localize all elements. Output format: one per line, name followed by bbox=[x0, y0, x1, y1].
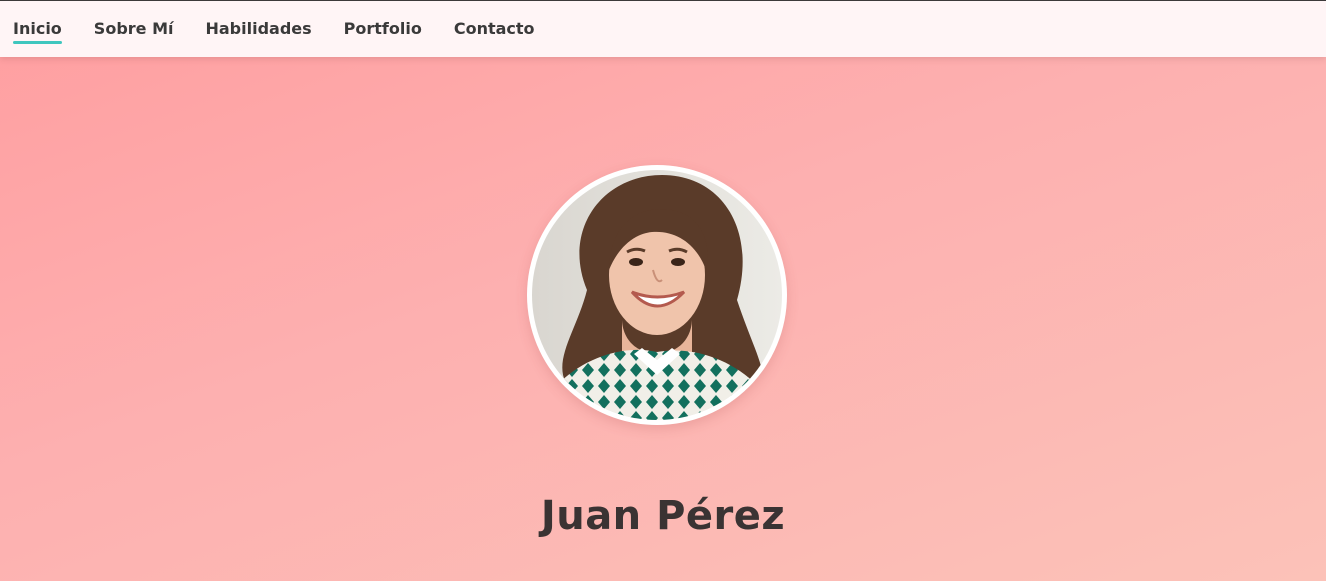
profile-photo-icon bbox=[532, 170, 782, 420]
nav-item-contacto[interactable]: Contacto bbox=[454, 19, 535, 39]
profile-avatar bbox=[527, 165, 787, 425]
hero-name: Juan Pérez bbox=[540, 493, 786, 539]
nav-item-inicio[interactable]: Inicio bbox=[13, 19, 62, 44]
top-navbar: Inicio Sobre Mí Habilidades Portfolio Co… bbox=[0, 1, 1326, 57]
nav-item-sobre-mi[interactable]: Sobre Mí bbox=[94, 19, 174, 39]
nav-item-habilidades[interactable]: Habilidades bbox=[205, 19, 311, 39]
nav-item-portfolio[interactable]: Portfolio bbox=[344, 19, 422, 39]
